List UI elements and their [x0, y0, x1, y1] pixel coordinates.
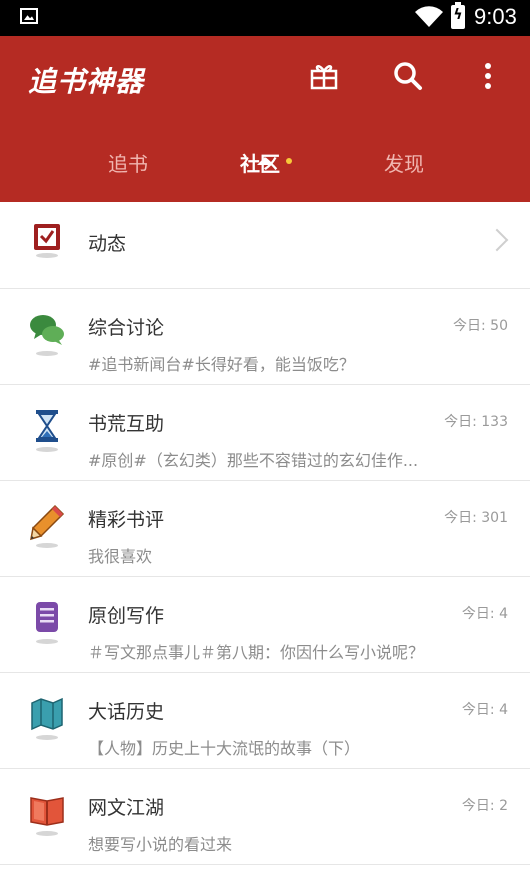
today-count: 今日: 133 [444, 414, 508, 430]
wifi-icon [415, 6, 443, 27]
tab-follow-books[interactable]: 追书 [108, 148, 148, 177]
list-item-title: 网文江湖 [88, 797, 165, 819]
latest-post-preview: 【人物】历史上十大流氓的故事（下） [88, 739, 361, 758]
latest-post-preview: ＃写文那点事儿＃第八期：你因什么写小说呢？ [88, 643, 425, 662]
notepad-icon [36, 602, 58, 632]
list-item-title: 动态 [88, 233, 127, 255]
tab-discover[interactable]: 发现 [384, 148, 424, 177]
today-count: 今日: 301 [444, 510, 508, 526]
gallery-notification-icon [20, 8, 38, 24]
today-count: 今日: 50 [453, 318, 508, 334]
today-count: 今日: 2 [461, 798, 508, 814]
app-bar: 追书神器 追书 社区 发现 [0, 36, 530, 202]
tab-bar: 追书 社区 发现 [0, 136, 530, 196]
today-count: 今日: 4 [461, 702, 508, 718]
list-item-title: 大话历史 [88, 701, 165, 723]
list-item-book-reviews[interactable]: 精彩书评 今日: 301 我很喜欢 [0, 481, 530, 577]
latest-post-preview: 想要写小说的看过来 [88, 835, 233, 854]
pencil-icon [30, 504, 65, 541]
status-bar: ϟ 9:03 [0, 0, 530, 36]
search-icon[interactable] [390, 58, 426, 94]
latest-post-preview: #追书新闻台#长得好看，能当饭吃？ [88, 355, 355, 374]
latest-post-preview: #原创#（玄幻类）那些不容错过的玄幻佳作... [88, 451, 419, 470]
icon-shadow [36, 831, 58, 836]
icon-shadow [36, 543, 58, 548]
list-item-web-novel-world[interactable]: 网文江湖 今日: 2 想要写小说的看过来 [0, 769, 530, 865]
list-item-book-help[interactable]: 书荒互助 今日: 133 #原创#（玄幻类）那些不容错过的玄幻佳作... [0, 385, 530, 481]
icon-shadow [36, 735, 58, 740]
map-icon [31, 697, 63, 731]
active-tab-indicator [257, 157, 273, 165]
hourglass-icon [36, 410, 58, 442]
new-content-dot [286, 158, 292, 164]
icon-shadow [36, 447, 58, 452]
list-item-dynamic[interactable]: 动态 [0, 202, 530, 289]
latest-post-preview: 我很喜欢 [88, 547, 153, 566]
list-item-title: 精彩书评 [88, 509, 165, 531]
list-item-history-talk[interactable]: 大话历史 今日: 4 【人物】历史上十大流氓的故事（下） [0, 673, 530, 769]
chat-bubbles-icon [30, 315, 64, 345]
app-title: 追书神器 [28, 65, 145, 98]
list-item-title: 综合讨论 [88, 317, 165, 339]
list-item-title: 书荒互助 [88, 413, 165, 435]
list-item-title: 原创写作 [88, 605, 165, 627]
icon-shadow [36, 351, 58, 356]
list-item-general-discussion[interactable]: 综合讨论 今日: 50 #追书新闻台#长得好看，能当饭吃？ [0, 289, 530, 385]
more-options-icon[interactable] [470, 58, 506, 94]
list-item-original-writing[interactable]: 原创写作 今日: 4 ＃写文那点事儿＃第八期：你因什么写小说呢？ [0, 577, 530, 673]
today-count: 今日: 4 [461, 606, 508, 622]
icon-shadow [36, 639, 58, 644]
chevron-right-icon [485, 228, 509, 252]
open-book-icon [30, 797, 64, 826]
charging-icon: ϟ [453, 7, 463, 23]
status-clock: 9:03 [474, 4, 517, 29]
gift-icon[interactable] [306, 58, 342, 94]
community-list: 动态 综合讨论 今日: 50 #追书新闻台#长得好看，能当饭吃？ 书荒互助 今日… [0, 202, 530, 865]
icon-shadow [36, 253, 58, 258]
